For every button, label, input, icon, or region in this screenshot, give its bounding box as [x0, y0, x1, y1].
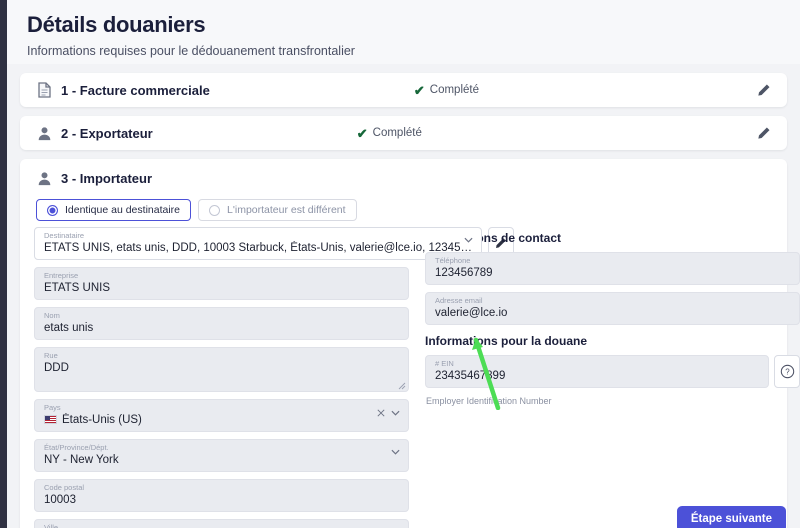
ein-value: 23435467899	[435, 370, 506, 382]
section-title-importer: 3 - Importateur	[61, 170, 153, 186]
street-field[interactable]: Rue DDD	[34, 347, 409, 392]
customs-info-title: Informations pour la douane	[425, 334, 588, 348]
section-title-invoice: 1 - Facture commerciale	[61, 82, 210, 98]
recipient-select[interactable]: Destinataire ETATS UNIS, etats unis, DDD…	[34, 227, 482, 260]
document-icon	[36, 82, 53, 99]
radio-label-different-importer: L'importateur est différent	[227, 204, 346, 216]
check-icon: ✔	[356, 125, 368, 141]
postal-code-field[interactable]: Code postal 10003	[34, 479, 409, 512]
question-mark-icon: ?	[780, 364, 794, 379]
check-icon: ✔	[413, 82, 425, 98]
state-value: NY - New York	[44, 454, 119, 466]
state-label: État/Province/Dépt.	[44, 443, 109, 452]
customs-details-page: Détails douaniers Informations requises …	[0, 0, 800, 528]
phone-field[interactable]: Téléphone 123456789	[425, 252, 800, 285]
company-value: ETATS UNIS	[44, 282, 111, 294]
company-field[interactable]: Entreprise ETATS UNIS	[34, 267, 409, 300]
importer-contact-column: Informations de contact Téléphone 123456…	[425, 227, 800, 528]
phone-label: Téléphone	[435, 256, 471, 265]
person-icon	[36, 125, 53, 142]
edit-pencil-icon-exporter[interactable]	[753, 123, 773, 143]
page-content: Détails douaniers Informations requises …	[7, 0, 800, 528]
recipient-value: ETATS UNIS, etats unis, DDD, 10003 Starb…	[44, 242, 472, 254]
name-value: etats unis	[44, 322, 94, 334]
radio-different-importer[interactable]: L'importateur est différent	[198, 199, 357, 221]
page-left-edge	[0, 0, 7, 528]
page-header: Détails douaniers Informations requises …	[7, 0, 800, 64]
chevron-down-icon	[464, 237, 473, 243]
recipient-label: Destinataire	[44, 231, 85, 240]
postal-code-label: Code postal	[44, 483, 85, 492]
street-value: DDD	[44, 362, 69, 374]
page-title: Détails douaniers	[27, 12, 206, 37]
ein-help-button[interactable]: ?	[774, 355, 800, 388]
company-label: Entreprise	[44, 271, 79, 280]
email-field[interactable]: Adresse email valerie@lce.io	[425, 292, 800, 325]
ein-hint: Employer Identification Number	[426, 396, 552, 406]
svg-text:?: ?	[785, 368, 790, 377]
email-label: Adresse email	[435, 296, 483, 305]
name-label: Nom	[44, 311, 60, 320]
country-label: Pays	[44, 403, 61, 412]
section-header-importer[interactable]: 3 - Importateur	[20, 159, 787, 191]
name-field[interactable]: Nom etats unis	[34, 307, 409, 340]
radio-label-same-as-recipient: Identique au destinataire	[65, 204, 181, 216]
radio-dot-icon	[209, 204, 221, 216]
status-badge-invoice: ✔ Complété	[414, 84, 479, 97]
state-select-chevron[interactable]	[391, 449, 400, 455]
us-flag-icon	[44, 415, 57, 424]
section-header-invoice[interactable]: 1 - Facture commerciale ✔ Complété	[20, 73, 787, 107]
status-label-invoice: Complété	[429, 84, 479, 96]
phone-value: 123456789	[435, 267, 493, 279]
radio-same-as-recipient[interactable]: Identique au destinataire	[36, 199, 192, 221]
ein-field[interactable]: # EIN 23435467899	[425, 355, 769, 388]
recipient-row: Destinataire ETATS UNIS, etats unis, DDD…	[34, 227, 514, 267]
ein-label: # EIN	[435, 359, 454, 368]
street-label: Rue	[44, 351, 58, 360]
section-title-exporter: 2 - Exportateur	[61, 125, 153, 141]
section-card-invoice[interactable]: 1 - Facture commerciale ✔ Complété	[20, 73, 787, 107]
section-card-exporter[interactable]: 2 - Exportateur ✔ Complété	[20, 116, 787, 150]
edit-pencil-icon-invoice[interactable]	[753, 80, 773, 100]
person-icon	[36, 170, 53, 187]
page-subtitle: Informations requises pour le dédouaneme…	[27, 44, 355, 58]
postal-code-value: 10003	[44, 494, 76, 506]
country-select[interactable]: Pays États-Unis (US)	[34, 399, 409, 432]
chevron-down-icon	[391, 449, 400, 455]
importer-mode-radio-group[interactable]: Identique au destinataire L'importateur …	[36, 199, 787, 221]
section-header-exporter[interactable]: 2 - Exportateur ✔ Complété	[20, 116, 787, 150]
country-select-controls[interactable]	[377, 409, 400, 417]
next-step-button[interactable]: Étape suivante	[676, 506, 786, 528]
section-card-importer: 3 - Importateur Identique au destinatair…	[20, 159, 800, 528]
recipient-chevron[interactable]	[464, 237, 473, 243]
importer-form-columns: Destinataire ETATS UNIS, etats unis, DDD…	[20, 227, 800, 528]
city-label: Ville	[44, 523, 59, 528]
city-field[interactable]: Ville Starbuck	[34, 519, 409, 528]
state-select[interactable]: État/Province/Dépt. NY - New York	[34, 439, 409, 472]
country-value-wrap: États-Unis (US)	[44, 413, 399, 428]
email-value: valerie@lce.io	[435, 307, 508, 319]
radio-dot-selected-icon	[47, 204, 58, 216]
resize-handle-icon[interactable]	[398, 382, 406, 390]
clear-x-icon	[377, 409, 385, 417]
ein-row: # EIN 23435467899 ?	[425, 355, 800, 395]
chevron-down-icon	[391, 410, 400, 416]
country-value: États-Unis (US)	[62, 414, 142, 426]
status-badge-exporter: ✔ Complété	[357, 127, 422, 140]
importer-address-column: Destinataire ETATS UNIS, etats unis, DDD…	[34, 227, 514, 528]
status-label-exporter: Complété	[372, 127, 422, 139]
